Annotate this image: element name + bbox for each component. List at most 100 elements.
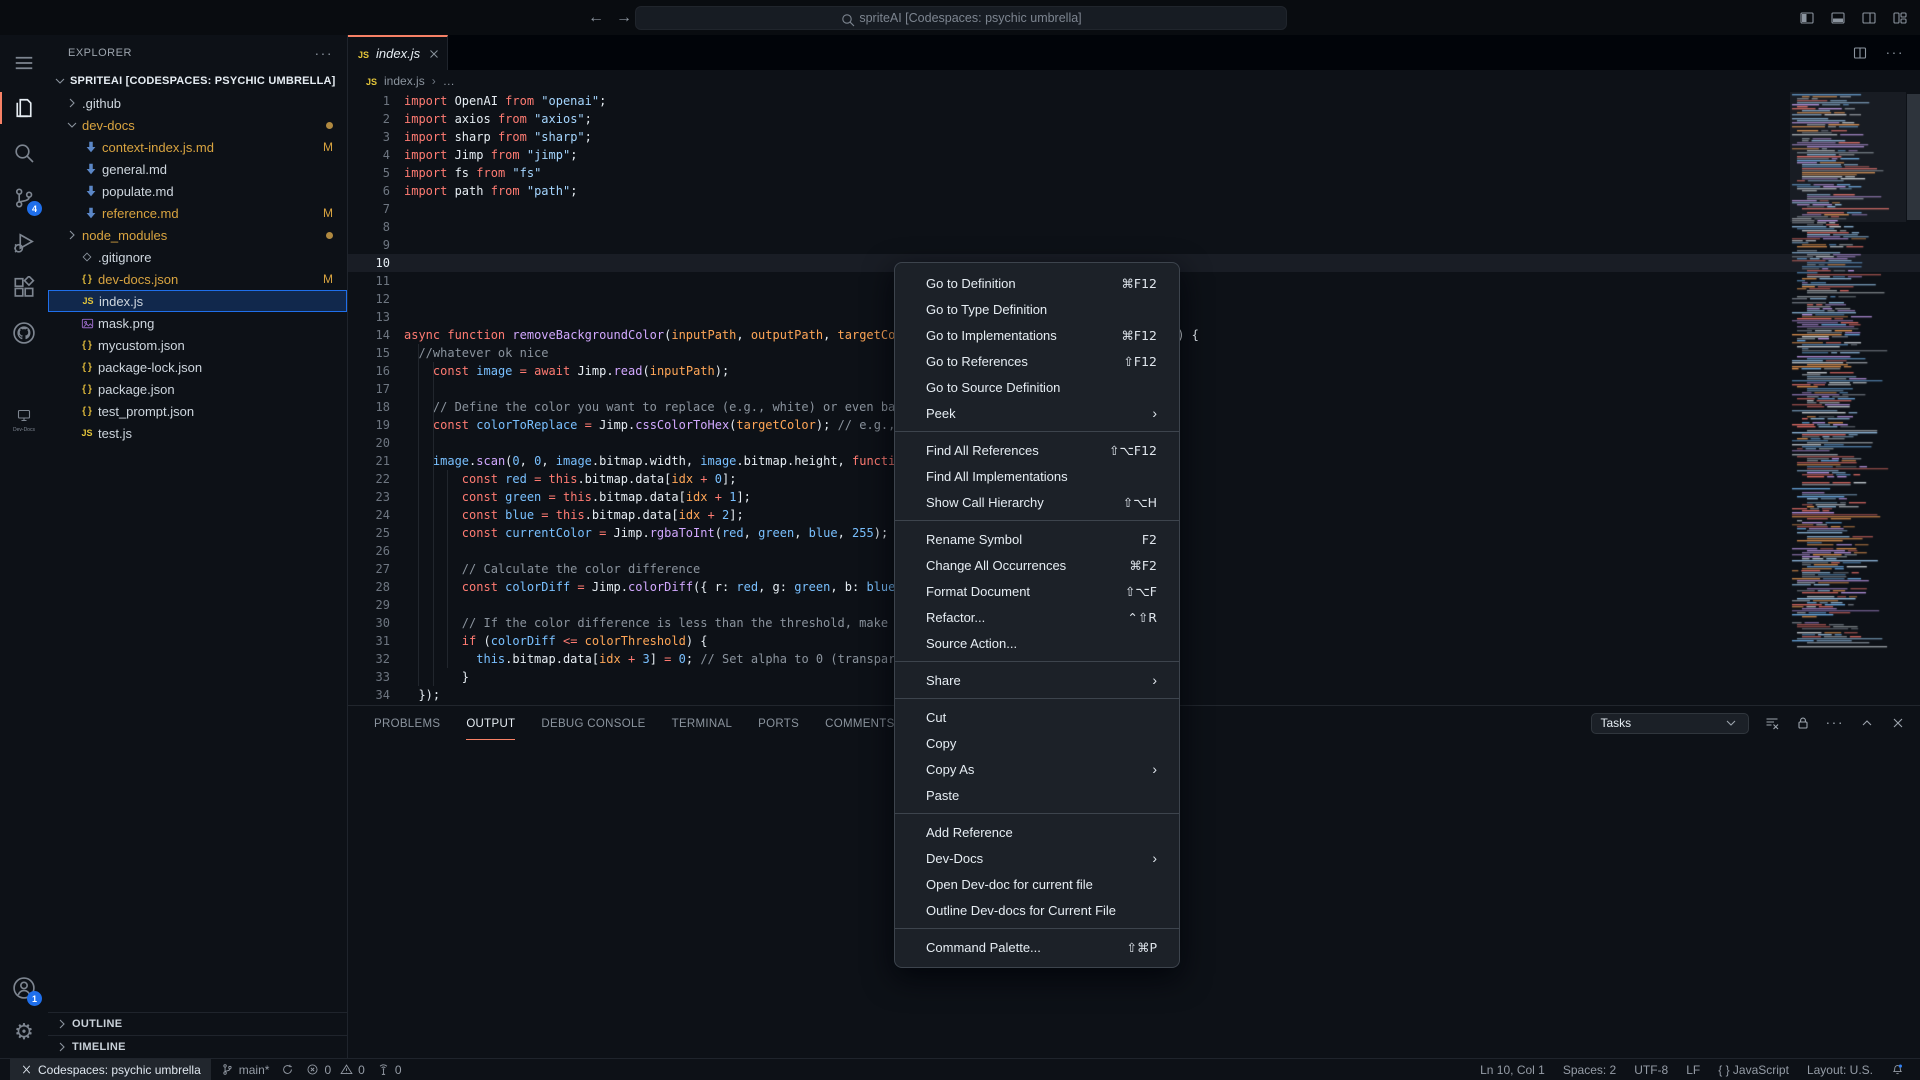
menu-item[interactable]: Share › [895, 667, 1179, 693]
file-tree-item[interactable]: { } package.json [48, 378, 347, 400]
layout-icon[interactable] [1892, 10, 1908, 26]
menu-item[interactable]: Command Palette... ⇧⌘P [895, 934, 1179, 960]
sidebar-actions-icon[interactable]: ··· [315, 45, 334, 61]
menu-item[interactable]: Peek › [895, 400, 1179, 426]
menu-item[interactable]: Copy As › [895, 756, 1179, 782]
sidebar-section-outline[interactable]: OUTLINE [48, 1012, 347, 1035]
clear-output-icon[interactable] [1764, 715, 1780, 731]
menu-item[interactable]: Change All Occurrences ⌘F2 [895, 552, 1179, 578]
file-tree-item[interactable]: .gitignore [48, 246, 347, 268]
code-line[interactable]: 9 [348, 236, 1920, 254]
status-item[interactable]: UTF-8 [1628, 1059, 1674, 1080]
menu-item[interactable]: Go to Definition ⌘F12 [895, 270, 1179, 296]
file-tree-item[interactable]: .github [48, 92, 347, 114]
menu-item[interactable]: Cut [895, 704, 1179, 730]
status-item[interactable]: Codespaces: psychic umbrella [10, 1058, 211, 1080]
file-tree-item[interactable]: { } dev-docs.json M [48, 268, 347, 290]
panel-left-icon[interactable] [1799, 10, 1815, 26]
activity-item-run-debug[interactable] [0, 223, 48, 263]
activity-item-github[interactable] [0, 313, 48, 353]
close-icon[interactable] [1890, 715, 1906, 731]
code-line[interactable]: 8 [348, 218, 1920, 236]
output-channel-select[interactable]: Tasks [1590, 712, 1749, 734]
status-item[interactable]: { } JavaScript [1712, 1059, 1795, 1080]
activity-item-extensions[interactable] [0, 268, 48, 308]
command-center-search[interactable]: spriteAI [Codespaces: psychic umbrella] [635, 6, 1287, 30]
menu-item[interactable]: Go to Implementations ⌘F12 [895, 322, 1179, 348]
menu-item[interactable]: Outline Dev-docs for Current File [895, 897, 1179, 923]
file-tree-item[interactable]: { } package-lock.json [48, 356, 347, 378]
menu-item[interactable]: Show Call Hierarchy ⇧⌥H [895, 489, 1179, 515]
editor-more-actions-icon[interactable]: ··· [1886, 44, 1905, 62]
panel-tab-output[interactable]: OUTPUT [466, 706, 516, 740]
tab-index-js[interactable]: JS index.js [348, 35, 448, 70]
forward-button[interactable]: → [616, 9, 632, 27]
menu-item[interactable]: Go to Source Definition [895, 374, 1179, 400]
file-tree-item[interactable]: general.md [48, 158, 347, 180]
code-line[interactable]: 1 import OpenAI from "openai"; [348, 92, 1920, 110]
activity-item-dev-docs[interactable]: Dev-Docs [0, 400, 48, 433]
activity-item-accounts[interactable]: 1 [0, 968, 48, 1008]
breadcrumb-item[interactable]: … [443, 74, 455, 88]
panel-tab-terminal[interactable]: TERMINAL [672, 706, 733, 740]
menu-item[interactable]: Refactor... ⌃⇧R [895, 604, 1179, 630]
menu-item[interactable]: Add Reference [895, 819, 1179, 845]
activity-item-explorer[interactable] [0, 88, 48, 128]
menu-item[interactable]: Paste [895, 782, 1179, 808]
tab-close-icon[interactable] [427, 47, 441, 61]
code-line[interactable]: 3 import sharp from "sharp"; [348, 128, 1920, 146]
code-line[interactable]: 6 import path from "path"; [348, 182, 1920, 200]
code-line[interactable]: 5 import fs from "fs" [348, 164, 1920, 182]
file-tree-item[interactable]: { } test_prompt.json [48, 400, 347, 422]
vertical-scrollbar[interactable] [1907, 94, 1920, 220]
panel-right-icon[interactable] [1861, 10, 1877, 26]
status-item[interactable]: main* [215, 1059, 276, 1080]
menu-item[interactable]: Go to References ⇧F12 [895, 348, 1179, 374]
breadcrumb[interactable]: JS index.js ›… [348, 70, 1920, 92]
menu-item[interactable]: Copy [895, 730, 1179, 756]
file-tree-item[interactable]: node_modules [48, 224, 347, 246]
panel-tab-ports[interactable]: PORTS [758, 706, 799, 740]
activity-item-source-control[interactable]: 4 [0, 178, 48, 218]
panel-tab-debug-console[interactable]: DEBUG CONSOLE [541, 706, 645, 740]
breadcrumb-item[interactable]: index.js [384, 74, 425, 88]
file-tree-item[interactable]: SPRITEAI [CODESPACES: PSYCHIC UMBRELLA] [48, 70, 347, 92]
status-item[interactable]: Spaces: 2 [1557, 1059, 1622, 1080]
panel-tab-problems[interactable]: PROBLEMS [374, 706, 440, 740]
file-tree-item[interactable]: JS test.js [48, 422, 347, 444]
file-tree-item[interactable]: populate.md [48, 180, 347, 202]
status-item[interactable]: 0 [371, 1059, 408, 1080]
menu-item[interactable]: Find All References ⇧⌥F12 [895, 437, 1179, 463]
menu-item[interactable]: Source Action... [895, 630, 1179, 656]
menu-item[interactable]: Dev-Docs › [895, 845, 1179, 871]
status-item[interactable]: 00 [300, 1059, 370, 1080]
lock-icon[interactable] [1795, 715, 1811, 731]
menu-item[interactable]: Open Dev-doc for current file [895, 871, 1179, 897]
split-editor-icon[interactable] [1852, 45, 1868, 61]
code-line[interactable]: 2 import axios from "axios"; [348, 110, 1920, 128]
status-item[interactable]: Layout: U.S. [1801, 1059, 1879, 1080]
file-tree-item[interactable]: { } mycustom.json [48, 334, 347, 356]
menu-item[interactable]: Format Document ⇧⌥F [895, 578, 1179, 604]
minimap-slider[interactable] [1790, 92, 1906, 222]
ellipsis-icon[interactable]: ··· [1826, 714, 1845, 732]
file-tree-item[interactable]: dev-docs [48, 114, 347, 136]
file-tree-item[interactable]: reference.md M [48, 202, 347, 224]
code-line[interactable]: 4 import Jimp from "jimp"; [348, 146, 1920, 164]
panel-tab-comments[interactable]: COMMENTS [825, 706, 894, 740]
code-line[interactable]: 7 [348, 200, 1920, 218]
panel-bottom-icon[interactable] [1830, 10, 1846, 26]
back-button[interactable]: ← [588, 9, 604, 27]
menu-item[interactable]: Go to Type Definition [895, 296, 1179, 322]
activity-item-settings[interactable]: ⚙ [0, 1013, 48, 1053]
chevron-up-icon[interactable] [1859, 715, 1875, 731]
activity-item-menu[interactable] [0, 43, 48, 83]
sidebar-section-timeline[interactable]: TIMELINE [48, 1035, 347, 1058]
status-item[interactable] [275, 1059, 300, 1080]
menu-item[interactable]: Find All Implementations [895, 463, 1179, 489]
file-tree-item[interactable]: mask.png [48, 312, 347, 334]
menu-item[interactable]: Rename Symbol F2 [895, 526, 1179, 552]
status-item[interactable]: LF [1680, 1059, 1706, 1080]
status-item[interactable] [1885, 1059, 1910, 1080]
activity-item-search[interactable] [0, 133, 48, 173]
